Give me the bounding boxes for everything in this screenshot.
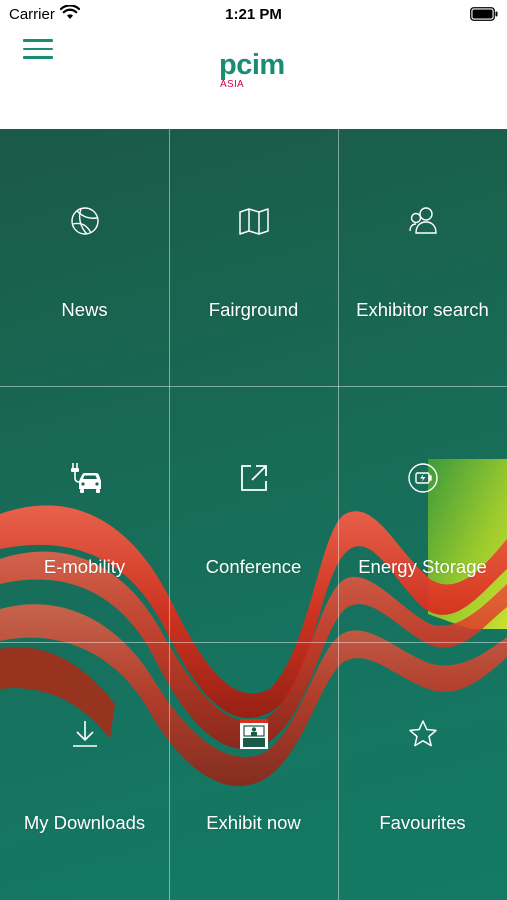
tile-label: Favourites (379, 812, 466, 833)
users-icon (338, 204, 507, 238)
status-time: 1:21 PM (225, 6, 282, 23)
tile-e-mobility[interactable]: E-mobility (0, 386, 169, 643)
tile-label: Exhibit now (206, 812, 301, 833)
tile-label: Energy Storage (358, 556, 487, 577)
tile-label: E-mobility (43, 556, 126, 577)
map-icon (169, 204, 338, 238)
menu-line (23, 47, 53, 50)
tile-conference[interactable]: Conference (169, 386, 338, 643)
electric-car-icon (0, 461, 169, 495)
tile-exhibit-now[interactable]: Exhibit now (169, 642, 338, 899)
tile-label: Exhibitor search (356, 299, 489, 320)
home-tile-grid: News Fairground Exhibitor search E-mobil… (0, 129, 507, 900)
tile-exhibitor-search[interactable]: Exhibitor search (338, 129, 507, 386)
external-link-icon (169, 461, 338, 495)
pcim-asia-logo: pcim ASIA (219, 49, 285, 90)
hamburger-menu-button[interactable] (23, 39, 53, 65)
exhibit-booth-icon (169, 717, 338, 751)
download-icon (0, 717, 169, 751)
battery-charge-icon (338, 461, 507, 495)
status-bar: Carrier 1:21 PM (0, 0, 507, 28)
globe-icon (0, 204, 169, 238)
logo-text: pcim (219, 49, 285, 81)
tile-label: My Downloads (23, 812, 146, 833)
app-header: pcim ASIA (0, 28, 507, 129)
tile-favourites[interactable]: Favourites (338, 642, 507, 899)
tile-my-downloads[interactable]: My Downloads (0, 642, 169, 899)
tile-news[interactable]: News (0, 129, 169, 386)
tile-label: News (61, 299, 108, 320)
menu-line (23, 56, 53, 59)
battery-icon (470, 7, 498, 25)
tile-label: Conference (205, 556, 302, 577)
star-icon (338, 717, 507, 751)
tile-fairground[interactable]: Fairground (169, 129, 338, 386)
tile-energy-storage[interactable]: Energy Storage (338, 386, 507, 643)
tile-label: Fairground (208, 299, 299, 320)
menu-line (23, 39, 53, 42)
